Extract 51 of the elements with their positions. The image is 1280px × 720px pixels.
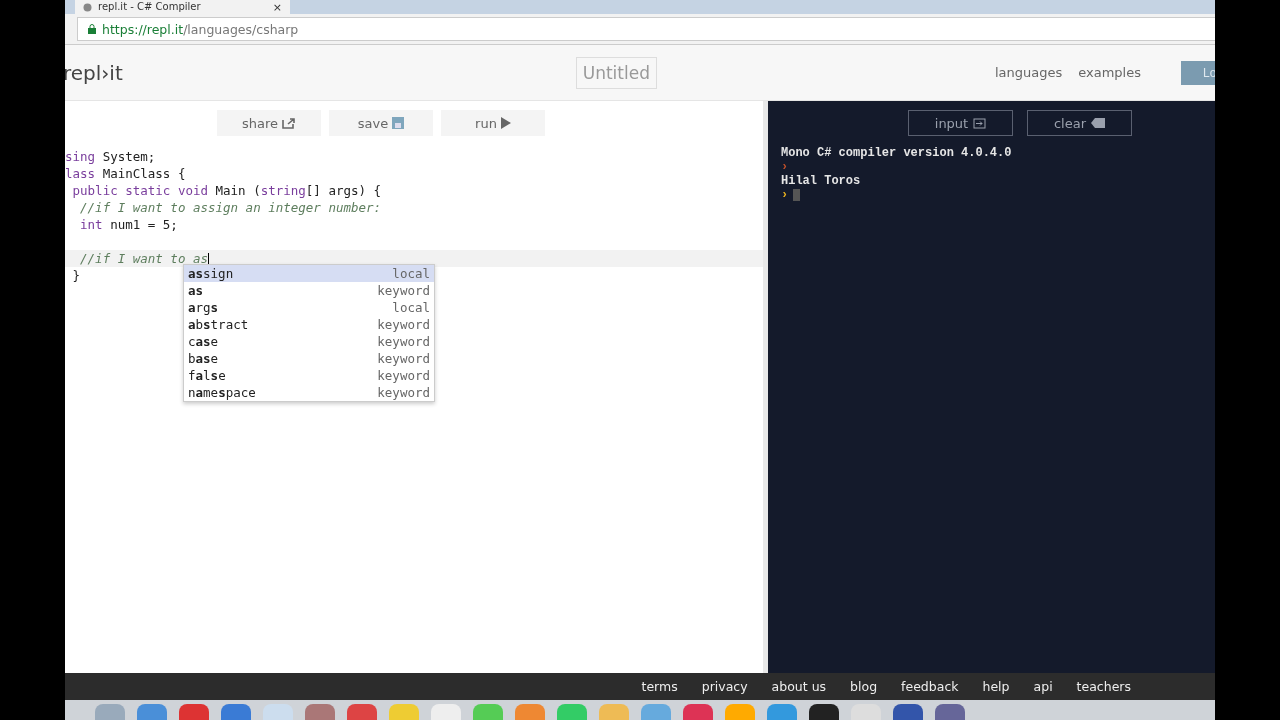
code-line: public static void Main (string[] args) {: [71, 183, 382, 198]
completion-item[interactable]: namespace keyword: [184, 384, 434, 401]
completion-item[interactable]: assign local: [184, 265, 434, 282]
code-line: sing System;: [65, 149, 156, 164]
dock-app-icon[interactable]: [893, 704, 923, 720]
console-button[interactable]: input: [908, 110, 1013, 136]
footer-link[interactable]: api: [1033, 679, 1053, 694]
console-output: Hilal Toros: [781, 174, 861, 188]
code-line: int num1 = 5;: [79, 217, 178, 232]
url-host: https://repl.it: [102, 21, 184, 37]
nav-link[interactable]: languages: [994, 65, 1063, 80]
completion-item[interactable]: base keyword: [184, 350, 434, 367]
floppy-icon: [392, 117, 405, 129]
footer-link[interactable]: teachers: [1076, 679, 1131, 694]
dock-app-icon[interactable]: [809, 704, 839, 720]
globe-icon: [83, 2, 92, 12]
footer-link[interactable]: terms: [641, 679, 678, 694]
footer-link[interactable]: feedback: [901, 679, 959, 694]
code-line: //if I want to assign an integer number:: [79, 200, 382, 215]
logo[interactable]: repl›it: [65, 60, 576, 85]
prompt-marker: ›: [781, 188, 789, 202]
play-icon: [500, 117, 511, 129]
toolbar-button[interactable]: share: [217, 110, 321, 136]
browser-tab[interactable]: repl.it - C# Compiler ×: [75, 0, 290, 14]
tab-close[interactable]: ×: [272, 1, 282, 13]
footer-link[interactable]: about us: [771, 679, 827, 694]
share-icon: [282, 117, 296, 129]
code-line: //if I want to as: [79, 251, 208, 266]
toolbar-button[interactable]: run: [441, 110, 545, 136]
code-line: lass MainClass {: [65, 166, 186, 181]
console-cursor: [793, 189, 801, 201]
completion-item[interactable]: abstract keyword: [184, 316, 434, 333]
completion-item[interactable]: as keyword: [184, 282, 434, 299]
footer-link[interactable]: blog: [850, 679, 878, 694]
code-line: }: [71, 268, 81, 283]
completion-item[interactable]: args local: [184, 299, 434, 316]
console-output: Mono C# compiler version 4.0.4.0: [781, 146, 1012, 160]
completion-item[interactable]: false keyword: [184, 367, 434, 384]
backspace-icon: [1091, 118, 1106, 128]
nav-link[interactable]: examples: [1078, 65, 1141, 80]
address-bar[interactable]: https://repl.it/languages/csharp: [77, 17, 1215, 41]
footer-link[interactable]: privacy: [701, 679, 748, 694]
input-icon: [973, 117, 987, 129]
toolbar-button[interactable]: save: [329, 110, 433, 136]
completion-item[interactable]: case keyword: [184, 333, 434, 350]
lock-icon: [88, 24, 96, 34]
url-path: /languages/csharp: [183, 21, 299, 37]
tab-title: repl.it - C# Compiler: [98, 2, 202, 12]
footer-link[interactable]: help: [982, 679, 1010, 694]
prompt-marker: ›: [781, 160, 789, 174]
console-button[interactable]: clear: [1027, 110, 1132, 136]
